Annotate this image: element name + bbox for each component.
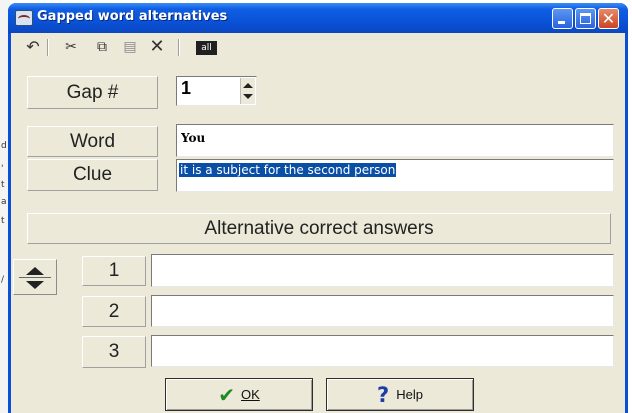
window-title: Gapped word alternatives	[37, 9, 228, 24]
alternatives-header: Alternative correct answers	[27, 213, 611, 244]
app-icon[interactable]	[15, 10, 33, 26]
undo-icon[interactable]: ↶	[25, 39, 41, 55]
toolbar: ↶ ✂ ⧉ ▤ ✕ all	[11, 33, 625, 62]
title-bar[interactable]: Gapped word alternatives ✕	[8, 3, 628, 33]
spin-down-icon[interactable]	[243, 94, 253, 99]
alternative-number-1: 1	[82, 256, 146, 286]
paste-icon[interactable]: ▤	[121, 39, 139, 55]
delete-icon[interactable]: ✕	[148, 38, 166, 56]
gap-label: Gap #	[27, 76, 158, 109]
alternative-number-2: 2	[82, 296, 146, 327]
copy-icon[interactable]: ⧉	[93, 39, 111, 55]
word-label: Word	[27, 126, 158, 157]
spin-up-icon[interactable]	[243, 83, 253, 88]
select-all-icon[interactable]: all	[196, 41, 217, 55]
toolbar-separator	[47, 39, 49, 56]
word-input[interactable]: You	[176, 124, 614, 157]
word-input-value: You	[181, 131, 206, 145]
alternative-answer-3-input[interactable]	[151, 335, 614, 367]
minimize-button[interactable]	[552, 8, 573, 29]
maximize-button[interactable]	[575, 8, 596, 29]
toolbar-separator	[178, 39, 180, 56]
ok-button-label: OK	[240, 387, 260, 402]
move-down-icon[interactable]	[26, 281, 44, 289]
alternative-answer-1-input[interactable]	[151, 254, 614, 287]
gap-spinner-arrows[interactable]	[240, 78, 255, 104]
help-icon: ?	[377, 382, 390, 407]
move-up-icon[interactable]	[26, 267, 44, 275]
reorder-arrows[interactable]	[13, 259, 57, 295]
alternative-number-3: 3	[82, 336, 146, 368]
gap-number-value: 1	[181, 78, 192, 98]
alternative-answer-2-input[interactable]	[151, 295, 614, 327]
dialog-body: ↶ ✂ ⧉ ▤ ✕ all Gap # 1 Word You Clue it i…	[11, 33, 625, 413]
clue-input-value: it is a subject for the second person	[179, 163, 397, 177]
reorder-divider	[19, 277, 51, 278]
minimize-icon	[558, 21, 565, 24]
clue-label: Clue	[27, 159, 158, 191]
close-icon: ✕	[601, 9, 616, 28]
dialog-window: Gapped word alternatives ✕ ↶ ✂ ⧉ ▤ ✕ all…	[8, 3, 628, 413]
checkmark-icon: ✔	[218, 382, 235, 407]
cut-icon[interactable]: ✂	[63, 39, 79, 55]
help-button[interactable]: ? Help	[326, 378, 474, 411]
ok-button[interactable]: ✔ OK	[165, 378, 313, 411]
help-button-label: Help	[396, 387, 423, 402]
maximize-icon	[580, 13, 591, 24]
gap-number-spinner[interactable]: 1	[176, 76, 257, 106]
close-button[interactable]: ✕	[598, 8, 619, 29]
clue-input[interactable]: it is a subject for the second person	[176, 159, 614, 192]
